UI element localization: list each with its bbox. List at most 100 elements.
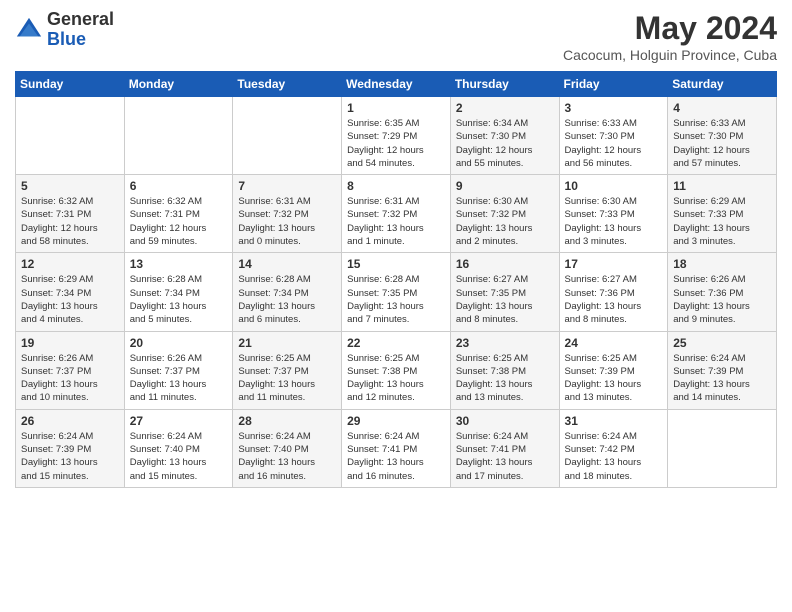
day-info: Sunrise: 6:24 AMSunset: 7:41 PMDaylight:…	[347, 430, 445, 483]
header-sunday: Sunday	[16, 72, 125, 97]
day-info: Sunrise: 6:28 AMSunset: 7:34 PMDaylight:…	[238, 273, 336, 326]
table-row: 9Sunrise: 6:30 AMSunset: 7:32 PMDaylight…	[450, 175, 559, 253]
day-info: Sunrise: 6:32 AMSunset: 7:31 PMDaylight:…	[130, 195, 228, 248]
table-row: 25 Sunrise: 6:24 AMSunset: 7:39 PMDayligh…	[668, 331, 777, 409]
table-row: 26Sunrise: 6:24 AMSunset: 7:39 PMDayligh…	[16, 409, 125, 487]
location-subtitle: Cacocum, Holguin Province, Cuba	[563, 47, 777, 63]
table-row: 12Sunrise: 6:29 AMSunset: 7:34 PMDayligh…	[16, 253, 125, 331]
calendar-header-row: SundayMondayTuesdayWednesdayThursdayFrid…	[16, 72, 777, 97]
header-thursday: Thursday	[450, 72, 559, 97]
week-row-3: 12Sunrise: 6:29 AMSunset: 7:34 PMDayligh…	[16, 253, 777, 331]
day-number: 14	[238, 257, 336, 271]
table-row: 31 Sunrise: 6:24 AMSunset: 7:42 PMDayligh…	[559, 409, 668, 487]
week-row-5: 26Sunrise: 6:24 AMSunset: 7:39 PMDayligh…	[16, 409, 777, 487]
table-row: 30 Sunrise: 6:24 AMSunset: 7:41 PMDayligh…	[450, 409, 559, 487]
table-row: 1Sunrise: 6:35 AMSunset: 7:29 PMDaylight…	[342, 97, 451, 175]
table-row: 27Sunrise: 6:24 AMSunset: 7:40 PMDayligh…	[124, 409, 233, 487]
day-number: 13	[130, 257, 228, 271]
day-number: 7	[238, 179, 336, 193]
day-info: Sunrise: 6:25 AMSunset: 7:39 PMDaylight:…	[565, 352, 663, 405]
table-row: 19 Sunrise: 6:26 AMSunset: 7:37 PMDayligh…	[16, 331, 125, 409]
day-number: 6	[130, 179, 228, 193]
day-number: 31	[565, 414, 663, 428]
day-number: 30	[456, 414, 554, 428]
table-row: 4 Sunrise: 6:33 AMSunset: 7:30 PMDaylight…	[668, 97, 777, 175]
day-number: 10	[565, 179, 663, 193]
table-row: 16 Sunrise: 6:27 AMSunset: 7:35 PMDayligh…	[450, 253, 559, 331]
day-number: 20	[130, 336, 228, 350]
day-info: Sunrise: 6:24 AMSunset: 7:42 PMDaylight:…	[565, 430, 663, 483]
day-number: 15	[347, 257, 445, 271]
day-info: Sunrise: 6:24 AMSunset: 7:41 PMDaylight:…	[456, 430, 554, 483]
day-info: Sunrise: 6:32 AMSunset: 7:31 PMDaylight:…	[21, 195, 119, 248]
week-row-4: 19 Sunrise: 6:26 AMSunset: 7:37 PMDayligh…	[16, 331, 777, 409]
table-row: 24 Sunrise: 6:25 AMSunset: 7:39 PMDayligh…	[559, 331, 668, 409]
table-row: 2 Sunrise: 6:34 AMSunset: 7:30 PMDaylight…	[450, 97, 559, 175]
week-row-1: 1Sunrise: 6:35 AMSunset: 7:29 PMDaylight…	[16, 97, 777, 175]
table-row: 6 Sunrise: 6:32 AMSunset: 7:31 PMDaylight…	[124, 175, 233, 253]
day-number: 4	[673, 101, 771, 115]
day-info: Sunrise: 6:28 AMSunset: 7:34 PMDaylight:…	[130, 273, 228, 326]
header-monday: Monday	[124, 72, 233, 97]
day-info: Sunrise: 6:24 AMSunset: 7:39 PMDaylight:…	[21, 430, 119, 483]
day-number: 12	[21, 257, 119, 271]
table-row: 13 Sunrise: 6:28 AMSunset: 7:34 PMDayligh…	[124, 253, 233, 331]
table-row: 14 Sunrise: 6:28 AMSunset: 7:34 PMDayligh…	[233, 253, 342, 331]
table-row: 22Sunrise: 6:25 AMSunset: 7:38 PMDayligh…	[342, 331, 451, 409]
calendar-table: SundayMondayTuesdayWednesdayThursdayFrid…	[15, 71, 777, 488]
day-info: Sunrise: 6:27 AMSunset: 7:35 PMDaylight:…	[456, 273, 554, 326]
header-saturday: Saturday	[668, 72, 777, 97]
day-info: Sunrise: 6:25 AMSunset: 7:38 PMDaylight:…	[347, 352, 445, 405]
table-row: 3Sunrise: 6:33 AMSunset: 7:30 PMDaylight…	[559, 97, 668, 175]
logo-blue: Blue	[47, 30, 114, 50]
day-number: 23	[456, 336, 554, 350]
day-info: Sunrise: 6:33 AMSunset: 7:30 PMDaylight:…	[565, 117, 663, 170]
table-row: 7 Sunrise: 6:31 AMSunset: 7:32 PMDaylight…	[233, 175, 342, 253]
day-number: 29	[347, 414, 445, 428]
month-year-title: May 2024	[563, 10, 777, 47]
logo-icon	[15, 16, 43, 44]
day-number: 16	[456, 257, 554, 271]
day-info: Sunrise: 6:31 AMSunset: 7:32 PMDaylight:…	[347, 195, 445, 248]
table-row: 8 Sunrise: 6:31 AMSunset: 7:32 PMDaylight…	[342, 175, 451, 253]
day-number: 2	[456, 101, 554, 115]
logo-general: General	[47, 10, 114, 30]
table-row	[668, 409, 777, 487]
table-row: 17Sunrise: 6:27 AMSunset: 7:36 PMDayligh…	[559, 253, 668, 331]
week-row-2: 5Sunrise: 6:32 AMSunset: 7:31 PMDaylight…	[16, 175, 777, 253]
day-info: Sunrise: 6:24 AMSunset: 7:40 PMDaylight:…	[238, 430, 336, 483]
day-number: 8	[347, 179, 445, 193]
header-wednesday: Wednesday	[342, 72, 451, 97]
table-row	[233, 97, 342, 175]
day-info: Sunrise: 6:25 AMSunset: 7:37 PMDaylight:…	[238, 352, 336, 405]
day-info: Sunrise: 6:26 AMSunset: 7:36 PMDaylight:…	[673, 273, 771, 326]
table-row	[124, 97, 233, 175]
day-number: 24	[565, 336, 663, 350]
day-info: Sunrise: 6:26 AMSunset: 7:37 PMDaylight:…	[21, 352, 119, 405]
table-row: 11Sunrise: 6:29 AMSunset: 7:33 PMDayligh…	[668, 175, 777, 253]
table-row: 20Sunrise: 6:26 AMSunset: 7:37 PMDayligh…	[124, 331, 233, 409]
header-friday: Friday	[559, 72, 668, 97]
table-row	[16, 97, 125, 175]
day-info: Sunrise: 6:31 AMSunset: 7:32 PMDaylight:…	[238, 195, 336, 248]
table-row: 15Sunrise: 6:28 AMSunset: 7:35 PMDayligh…	[342, 253, 451, 331]
day-number: 17	[565, 257, 663, 271]
table-row: 5Sunrise: 6:32 AMSunset: 7:31 PMDaylight…	[16, 175, 125, 253]
day-info: Sunrise: 6:30 AMSunset: 7:33 PMDaylight:…	[565, 195, 663, 248]
day-number: 21	[238, 336, 336, 350]
table-row: 18 Sunrise: 6:26 AMSunset: 7:36 PMDayligh…	[668, 253, 777, 331]
day-info: Sunrise: 6:33 AMSunset: 7:30 PMDaylight:…	[673, 117, 771, 170]
day-info: Sunrise: 6:24 AMSunset: 7:39 PMDaylight:…	[673, 352, 771, 405]
table-row: 28Sunrise: 6:24 AMSunset: 7:40 PMDayligh…	[233, 409, 342, 487]
day-number: 18	[673, 257, 771, 271]
day-info: Sunrise: 6:34 AMSunset: 7:30 PMDaylight:…	[456, 117, 554, 170]
day-info: Sunrise: 6:24 AMSunset: 7:40 PMDaylight:…	[130, 430, 228, 483]
day-number: 25	[673, 336, 771, 350]
page-header: General Blue May 2024 Cacocum, Holguin P…	[15, 10, 777, 63]
logo: General Blue	[15, 10, 114, 50]
day-info: Sunrise: 6:25 AMSunset: 7:38 PMDaylight:…	[456, 352, 554, 405]
day-info: Sunrise: 6:30 AMSunset: 7:32 PMDaylight:…	[456, 195, 554, 248]
day-number: 19	[21, 336, 119, 350]
day-info: Sunrise: 6:35 AMSunset: 7:29 PMDaylight:…	[347, 117, 445, 170]
day-number: 11	[673, 179, 771, 193]
